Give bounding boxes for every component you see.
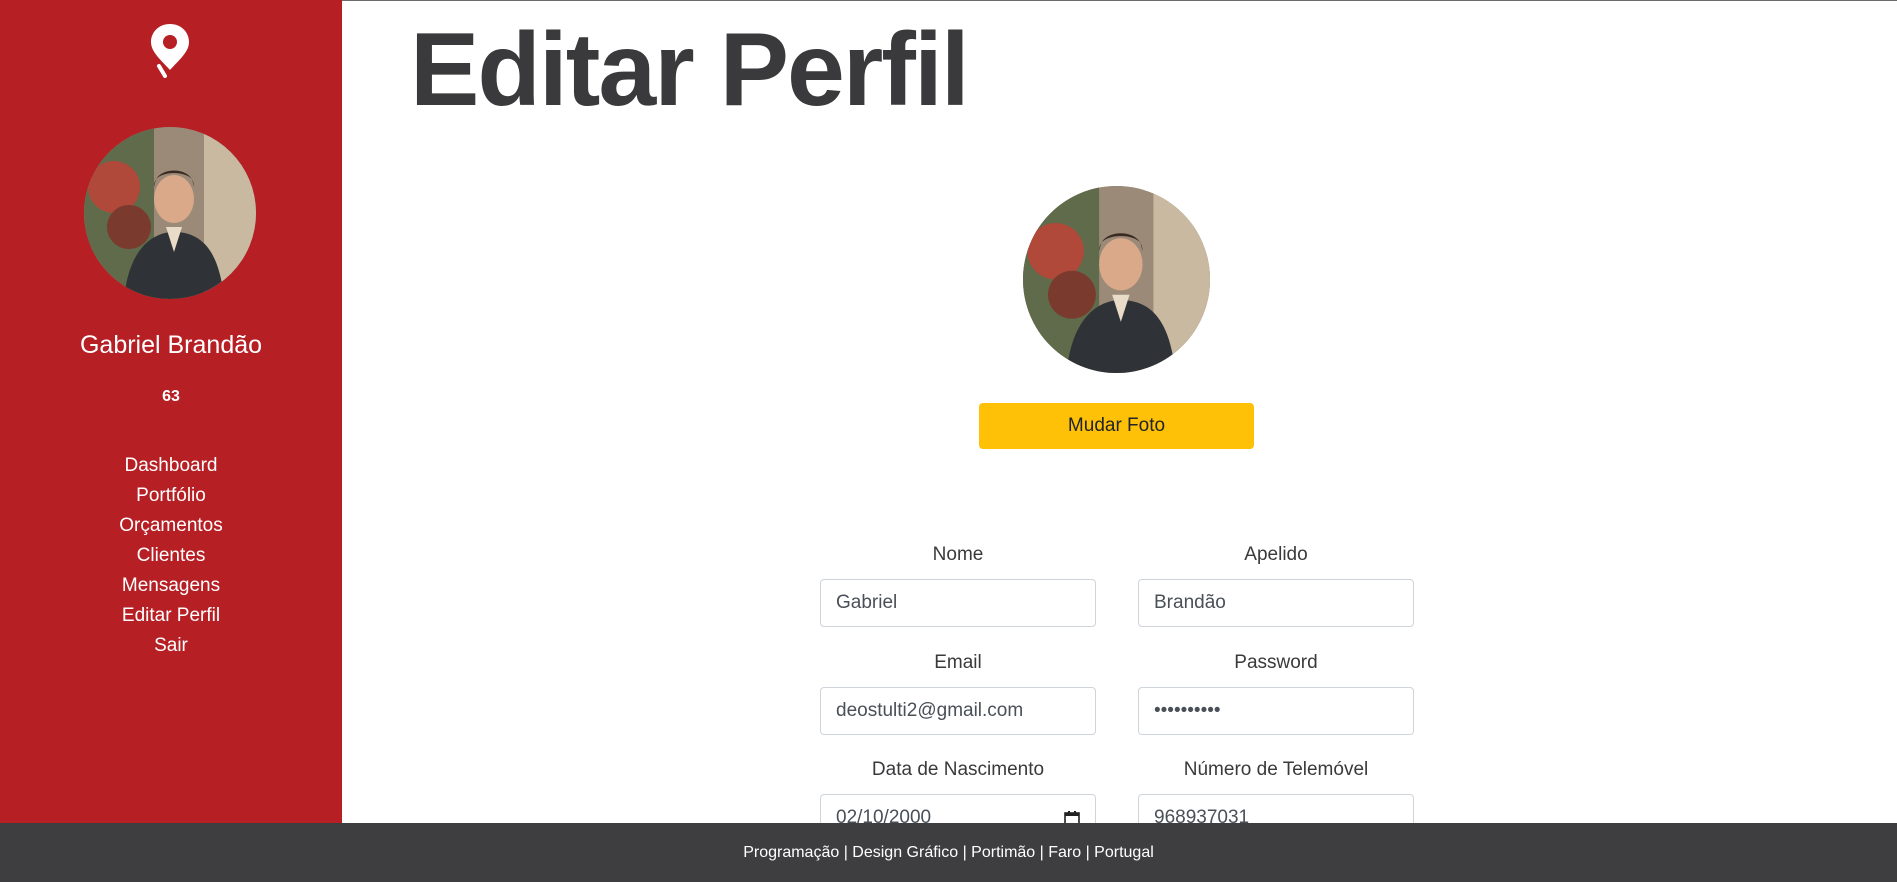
sidebar-item-dashboard[interactable]: Dashboard	[0, 451, 342, 481]
nome-field-group: Nome Gabriel	[820, 541, 1096, 627]
footer-text: Programação | Design Gráfico | Portimão …	[743, 844, 1154, 861]
sidebar-item-mensagens[interactable]: Mensagens	[0, 571, 342, 601]
email-input[interactable]: deostulti2@gmail.com	[820, 687, 1096, 735]
sidebar-item-orcamentos[interactable]: Orçamentos	[0, 511, 342, 541]
nome-value: Gabriel	[836, 592, 898, 613]
telemovel-label: Número de Telemóvel	[1183, 759, 1369, 780]
nome-input[interactable]: Gabriel	[820, 579, 1096, 627]
sidebar-item-clientes[interactable]: Clientes	[0, 541, 342, 571]
password-field-group: Password ••••••••••	[1138, 649, 1414, 735]
password-label: Password	[1234, 652, 1318, 673]
sidebar-item-editar-perfil[interactable]: Editar Perfil	[0, 601, 342, 631]
apelido-label: Apelido	[1244, 544, 1308, 565]
change-photo-button[interactable]: Mudar Foto	[979, 403, 1254, 449]
sidebar-item-portfolio[interactable]: Portfólio	[0, 481, 342, 511]
email-value: deostulti2@gmail.com	[836, 700, 1024, 721]
nascimento-label: Data de Nascimento	[871, 759, 1045, 780]
map-pin-logo-icon[interactable]	[149, 22, 191, 78]
email-label: Email	[934, 652, 982, 673]
sidebar-nav: Dashboard Portfólio Orçamentos Clientes …	[0, 451, 342, 661]
user-name: Gabriel Brandão	[79, 331, 263, 359]
password-input[interactable]: ••••••••••	[1138, 687, 1414, 735]
apelido-value: Brandão	[1154, 592, 1226, 613]
page-title: Editar Perfil	[410, 12, 970, 128]
apelido-field-group: Apelido Brandão	[1138, 541, 1414, 627]
sidebar-avatar	[84, 127, 256, 299]
footer: Programação | Design Gráfico | Portimão …	[0, 823, 1897, 882]
profile-avatar	[1023, 186, 1210, 373]
email-field-group: Email deostulti2@gmail.com	[820, 649, 1096, 735]
password-value: ••••••••••	[1154, 700, 1221, 721]
user-count: 63	[162, 388, 180, 405]
nome-label: Nome	[932, 544, 984, 565]
apelido-input[interactable]: Brandão	[1138, 579, 1414, 627]
sidebar-item-sair[interactable]: Sair	[0, 631, 342, 661]
sidebar: Gabriel Brandão 63 Dashboard Portfólio O…	[0, 0, 342, 823]
